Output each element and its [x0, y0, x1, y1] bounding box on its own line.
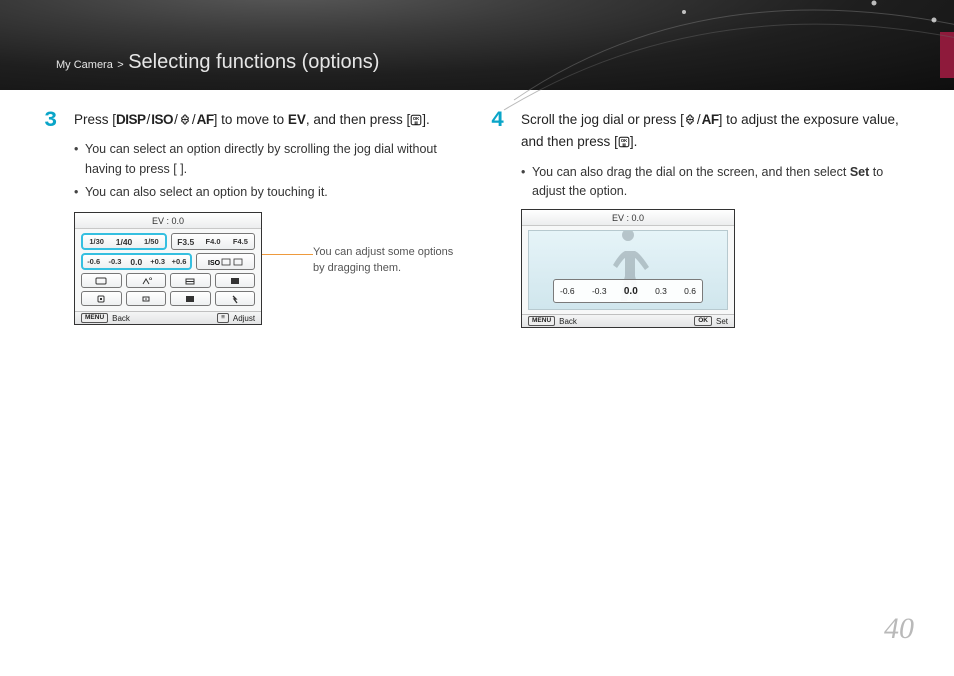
step-3-instruction: Press [DISP/ISO//AF] to move to EV, and … [74, 110, 463, 132]
footer-back: MENUBack [522, 315, 628, 327]
option-cell-7 [170, 291, 211, 306]
ev-label: EV [288, 112, 306, 127]
option-cell-1 [81, 273, 122, 288]
column-right: 4 Scroll the jog dial or press [/AF] to … [491, 110, 910, 328]
option-cell-3 [170, 273, 211, 288]
step-number-3: 3 [44, 110, 62, 132]
header-decoration [534, 0, 954, 140]
aperture-group: F3.5 F4.0 F4.5 [171, 233, 255, 250]
iso-label: ISO [151, 112, 173, 127]
screen2-title: EV : 0.0 [522, 210, 734, 226]
page-header: My Camera > Selecting functions (options… [0, 0, 954, 90]
screen1-title: EV : 0.0 [75, 213, 261, 229]
breadcrumb-section: My Camera [56, 59, 113, 71]
breadcrumb: My Camera > Selecting functions (options… [56, 51, 379, 74]
bullet: You can also select an option by touchin… [74, 183, 463, 202]
shutter-group: 1/30 1/40 1/50 [81, 233, 167, 250]
step-number-4: 4 [491, 110, 509, 155]
ok-icon: OK▦ [410, 112, 422, 132]
callout-text: You can adjust some options by dragging … [313, 245, 463, 276]
iso-group: ISO [196, 253, 255, 270]
option-cell-2: OFF [126, 273, 167, 288]
option-cell-5 [81, 291, 122, 306]
option-cell-8 [215, 291, 256, 306]
camera-screen-1: EV : 0.0 1/30 1/40 1/50 F3.5 [74, 212, 262, 325]
flower-icon [179, 112, 191, 132]
page-number: 40 [884, 612, 914, 646]
bullet: You can also drag the dial on the screen… [521, 163, 910, 202]
breadcrumb-title: Selecting functions (options) [128, 51, 379, 73]
af-label: AF [197, 112, 214, 127]
svg-text:▦: ▦ [414, 121, 418, 125]
footer-set: OKSet [628, 315, 734, 327]
ev-group: -0.6 -0.3 0.0 +0.3 +0.6 [81, 253, 192, 270]
screen2-footer: MENUBack OKSet [522, 314, 734, 327]
screen2-stage: -0.6 -0.3 0.0 0.3 0.6 [528, 230, 728, 310]
disp-label: DISP [116, 112, 146, 127]
step-4-bullets: You can also drag the dial on the screen… [521, 163, 910, 202]
column-left: 3 Press [DISP/ISO//AF] to move to EV, an… [44, 110, 463, 328]
option-cell-6 [126, 291, 167, 306]
footer-adjust: ≡Adjust [168, 312, 261, 324]
bullet: You can select an option directly by scr… [74, 140, 463, 179]
svg-text:▦: ▦ [622, 143, 626, 147]
camera-screen-2: EV : 0.0 -0.6 -0.3 0.0 0.3 0.6 MENUBack [521, 209, 735, 328]
figure-step-3: EV : 0.0 1/30 1/40 1/50 F3.5 [74, 212, 463, 325]
step-3: 3 Press [DISP/ISO//AF] to move to EV, an… [44, 110, 463, 132]
option-cell-4 [215, 273, 256, 288]
screen1-footer: MENUBack ≡Adjust [75, 311, 261, 324]
callout-leader-line [262, 254, 313, 255]
svg-text:OFF: OFF [149, 276, 152, 281]
ev-scale-box: -0.6 -0.3 0.0 0.3 0.6 [553, 279, 703, 303]
breadcrumb-sep: > [117, 59, 123, 71]
step-3-bullets: You can select an option directly by scr… [74, 140, 463, 202]
svg-text:ISO: ISO [208, 260, 221, 267]
footer-back: MENUBack [75, 312, 168, 324]
